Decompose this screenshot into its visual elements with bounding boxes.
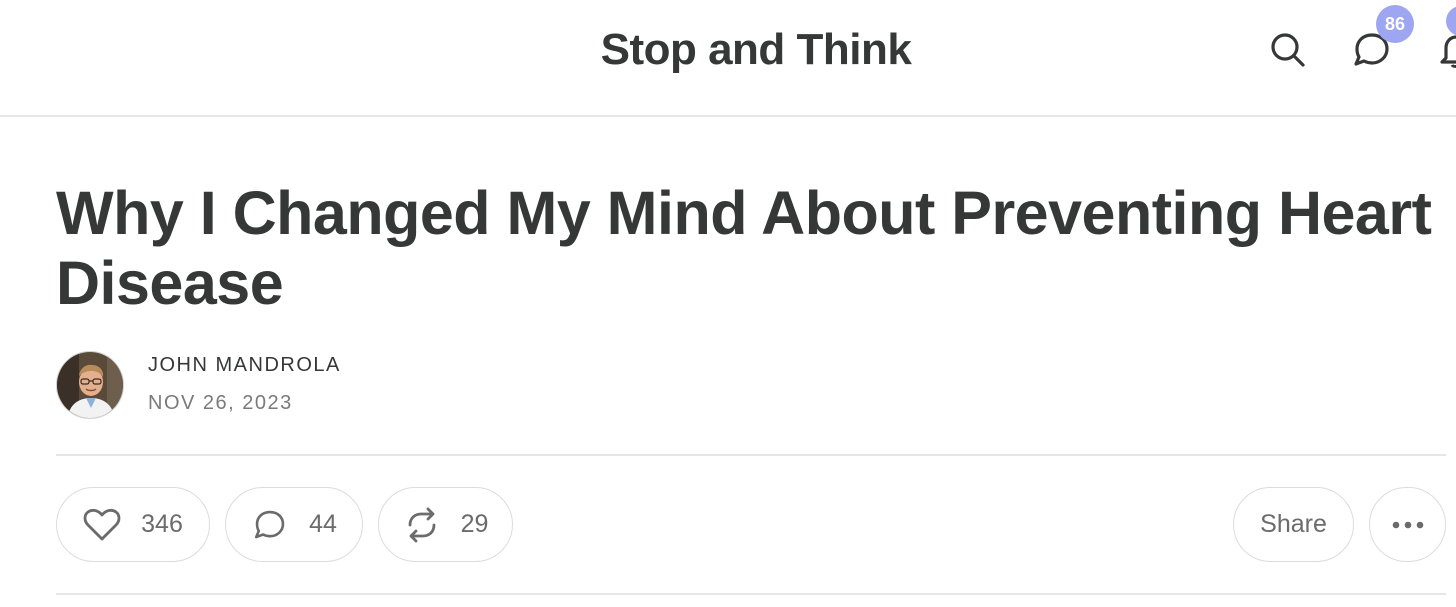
share-button[interactable]: Share: [1233, 487, 1354, 562]
author-avatar[interactable]: [56, 351, 124, 419]
share-label: Share: [1260, 510, 1327, 538]
more-icon: [1392, 521, 1424, 529]
post-title: Why I Changed My Mind About Preventing H…: [56, 179, 1432, 317]
author-name[interactable]: JOHN MANDROLA: [148, 354, 341, 377]
post-date: NOV 26, 2023: [148, 392, 293, 414]
like-button[interactable]: 346: [56, 487, 210, 562]
comment-count: 44: [309, 510, 337, 538]
heart-icon: [83, 508, 121, 542]
more-options-button[interactable]: [1369, 487, 1446, 562]
divider-top: [56, 454, 1446, 456]
restack-button[interactable]: 29: [378, 487, 513, 562]
notification-badge: 86: [1376, 5, 1414, 43]
restack-count: 29: [460, 510, 489, 538]
publication-title[interactable]: Stop and Think: [0, 22, 1456, 78]
top-bar: Stop and Think 86: [0, 0, 1456, 117]
like-count: 346: [141, 510, 183, 538]
restack-icon: [403, 506, 441, 544]
comment-icon: [251, 506, 289, 544]
bell-icon[interactable]: [1436, 30, 1456, 70]
search-icon[interactable]: [1268, 30, 1308, 70]
divider-bottom: [56, 593, 1446, 595]
comment-button[interactable]: 44: [225, 487, 363, 562]
